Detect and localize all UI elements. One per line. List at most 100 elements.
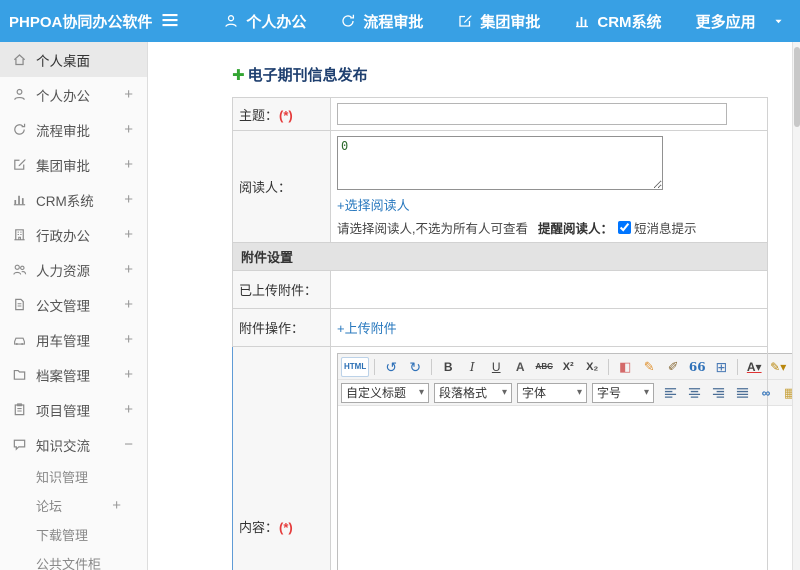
format-brush-button[interactable]: ✎ [638, 357, 660, 377]
sidebar-item-label: 个人桌面 [36, 53, 90, 69]
user-icon [12, 87, 27, 102]
select-readers-link[interactable]: +选择阅读人 [337, 198, 410, 213]
sidebar-item-personal-office[interactable]: 个人办公 + [0, 77, 147, 112]
sidebar-item-group-approval[interactable]: 集团审批 + [0, 147, 147, 182]
redo-button[interactable]: ↻ [404, 357, 426, 377]
menu-icon[interactable] [160, 10, 180, 32]
upload-attachment-link[interactable]: +上传附件 [337, 321, 397, 336]
font-family-select[interactable]: 字体 ▾ [517, 382, 587, 403]
attachment-section-title: 附件设置 [241, 250, 294, 265]
expand-toggle[interactable]: + [124, 86, 147, 103]
sidebar-item-label: CRM系统 [36, 193, 94, 209]
nav-workflow-approval[interactable]: 流程审批 [323, 0, 440, 42]
align-justify-button[interactable] [731, 383, 753, 403]
sidebar-subitem-label: 论坛 [36, 499, 63, 514]
sidebar-item-personal-desktop[interactable]: 个人桌面 [0, 42, 147, 77]
fill-color-button[interactable]: ✐ [662, 357, 684, 377]
sidebar-subitem-public-file-cabinet[interactable]: 公共文件柜 [0, 549, 147, 570]
expand-toggle[interactable]: + [112, 497, 147, 514]
sidebar-item-crm[interactable]: CRM系统 + [0, 182, 147, 217]
align-right-icon [711, 386, 726, 399]
edit-icon [457, 13, 473, 29]
chevron-down-icon [773, 16, 784, 27]
sidebar-item-hr[interactable]: 人力资源 + [0, 252, 147, 287]
subscript-button[interactable]: X₂ [581, 357, 603, 377]
sidebar-item-label: 行政办公 [36, 228, 90, 244]
sidebar-item-label: 档案管理 [36, 368, 90, 384]
blockquote-button[interactable]: 66 [686, 357, 708, 377]
sidebar-item-archive-mgmt[interactable]: 档案管理 + [0, 357, 147, 392]
edit-icon [12, 157, 27, 172]
sidebar-subitem-forum[interactable]: 论坛 + [0, 491, 147, 520]
align-right-button[interactable] [707, 383, 729, 403]
sidebar-subitem-label: 下载管理 [36, 528, 89, 543]
form-row-subject: 主题：(*) [232, 97, 768, 131]
expand-toggle[interactable]: + [124, 296, 147, 313]
font-color-button[interactable]: A▾ [743, 357, 765, 377]
font-size-select[interactable]: 字号 ▾ [592, 382, 654, 403]
nav-group-approval[interactable]: 集团审批 [440, 0, 557, 42]
heading-select-label: 自定义标题 [346, 386, 407, 400]
scrollbar[interactable] [792, 42, 800, 570]
italic-button[interactable]: I [461, 357, 483, 377]
expand-toggle[interactable]: + [124, 401, 147, 418]
editor-content-area[interactable] [338, 406, 800, 570]
highlight-color-button[interactable]: ✎▾ [767, 357, 789, 377]
folder-icon [12, 367, 27, 382]
strikethrough-button[interactable]: ABC [533, 357, 555, 377]
editor-toolbar-row2: 自定义标题 ▾ 段落格式 ▾ 字体 ▾ 字号 ▾ ∞ ▦ [338, 380, 800, 406]
uploaded-attachments-label: 已上传附件： [239, 283, 318, 298]
readers-textarea[interactable]: 0 [337, 136, 663, 190]
font-button[interactable]: A [509, 357, 531, 377]
align-left-button[interactable] [659, 383, 681, 403]
bold-button[interactable]: B [437, 357, 459, 377]
expand-toggle[interactable]: + [124, 366, 147, 383]
subject-input[interactable] [337, 103, 727, 125]
form-row-content: 内容：(*) HTML ↺ ↻ B I U A ABC X² X₂ ◧ ✎ ✐ … [232, 346, 800, 570]
sidebar-item-workflow-approval[interactable]: 流程审批 + [0, 112, 147, 147]
form-row-attachment-ops: 附件操作： +上传附件 [232, 308, 768, 347]
font-family-label: 字体 [522, 386, 547, 400]
scrollbar-thumb[interactable] [794, 47, 800, 127]
underline-button[interactable]: U [485, 357, 507, 377]
remove-format-button[interactable]: ◧ [614, 357, 636, 377]
expand-toggle[interactable]: + [124, 226, 147, 243]
paragraph-format-select[interactable]: 段落格式 ▾ [434, 382, 512, 403]
form-row-attachment-section: 附件设置 [232, 242, 768, 271]
expand-toggle[interactable]: + [124, 331, 147, 348]
expand-toggle[interactable]: + [124, 261, 147, 278]
collapse-toggle[interactable]: − [124, 436, 147, 453]
sidebar-subitem-label: 知识管理 [36, 470, 89, 485]
sidebar-item-label: 知识交流 [36, 438, 90, 454]
content-label: 内容： [239, 520, 279, 535]
nav-crm[interactable]: CRM系统 [557, 0, 678, 42]
superscript-button[interactable]: X² [557, 357, 579, 377]
nav-personal-office[interactable]: 个人办公 [206, 0, 323, 42]
sidebar-item-project-mgmt[interactable]: 项目管理 + [0, 392, 147, 427]
nav-more-apps[interactable]: 更多应用 [679, 0, 800, 42]
expand-toggle[interactable]: + [124, 121, 147, 138]
sms-checkbox[interactable] [618, 221, 631, 234]
html-source-button[interactable]: HTML [341, 356, 370, 377]
expand-toggle[interactable]: + [124, 191, 147, 208]
sidebar: 个人桌面 个人办公 + 流程审批 + 集团审批 + CRM系统 + 行政办公 +… [0, 42, 148, 570]
sidebar-subitem-knowledge-mgmt[interactable]: 知识管理 [0, 462, 147, 491]
align-center-button[interactable] [683, 383, 705, 403]
sidebar-item-admin-office[interactable]: 行政办公 + [0, 217, 147, 252]
form-row-readers: 阅读人： 0 +选择阅读人 请选择阅读人,不选为所有人可查看 提醒阅读人： 短消… [232, 130, 768, 243]
publish-form: 主题：(*) 阅读人： 0 +选择阅读人 请选择阅读人,不选为所有人可查看 提醒… [232, 97, 800, 570]
link-button[interactable]: ∞ [755, 383, 777, 403]
car-icon [12, 332, 27, 347]
app-title[interactable]: PHPOA协同办公软件 [0, 11, 152, 32]
table-button[interactable]: ⊞ [710, 357, 732, 377]
sidebar-item-knowledge-exchange[interactable]: 知识交流 − [0, 427, 147, 462]
user-icon [223, 13, 239, 29]
expand-toggle[interactable]: + [124, 156, 147, 173]
remind-readers-label: 提醒阅读人： [537, 222, 613, 236]
sidebar-item-vehicle-mgmt[interactable]: 用车管理 + [0, 322, 147, 357]
sidebar-item-document-mgmt[interactable]: 公文管理 + [0, 287, 147, 322]
main-content: ✚ 电子期刊信息发布 主题：(*) 阅读人： 0 +选择阅读人 请选择阅读人,不 [149, 42, 800, 570]
sidebar-subitem-download-mgmt[interactable]: 下载管理 [0, 520, 147, 549]
undo-button[interactable]: ↺ [380, 357, 402, 377]
heading-select[interactable]: 自定义标题 ▾ [341, 382, 429, 403]
